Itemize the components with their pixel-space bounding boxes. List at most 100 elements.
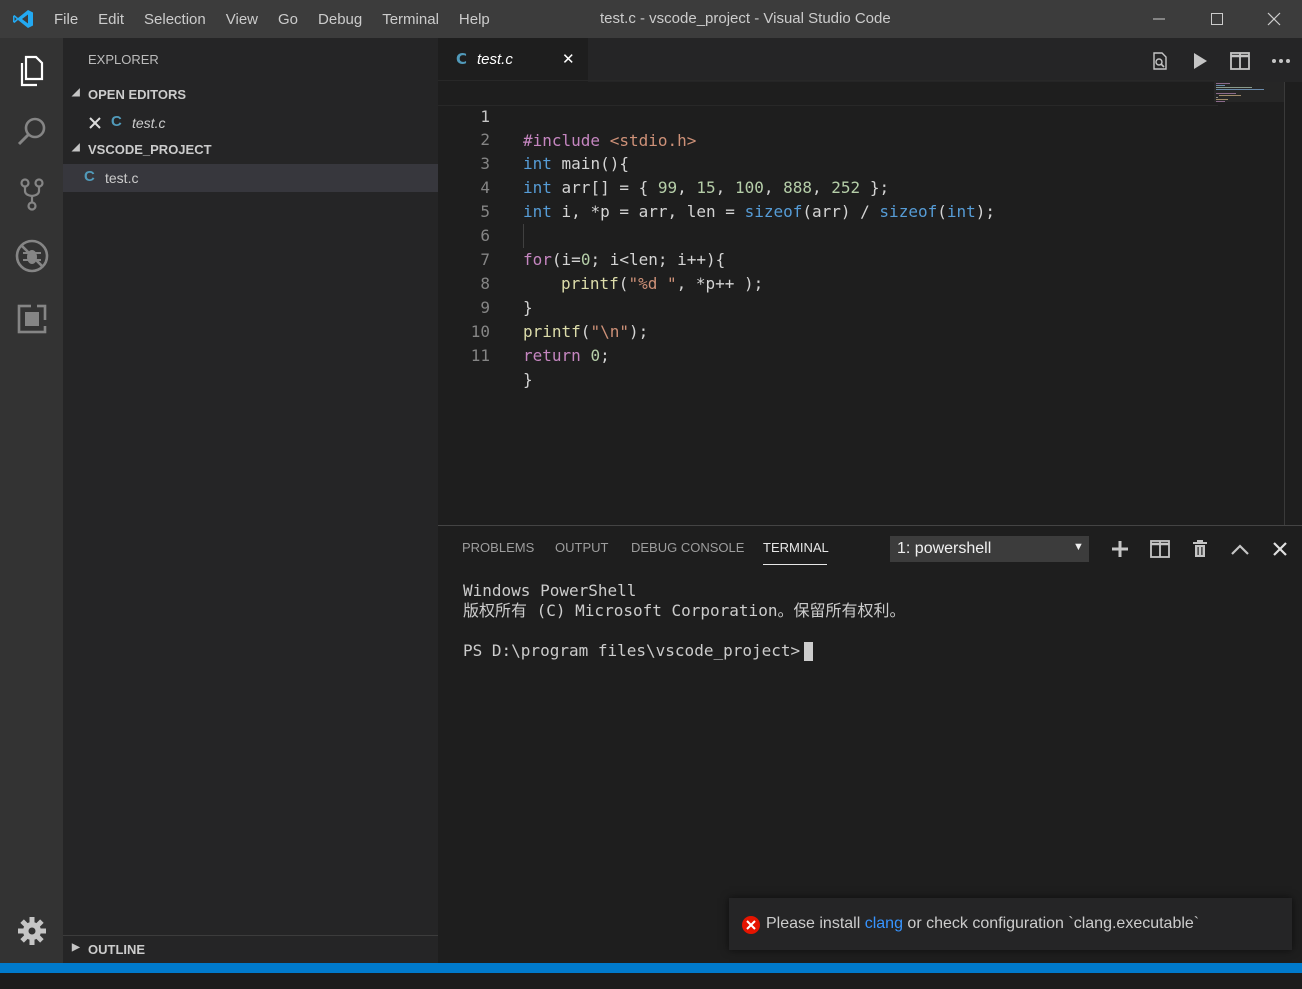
project-section-header[interactable]: ◢ VSCODE_PROJECT bbox=[63, 136, 438, 164]
code-line: 9 printf("\n"); bbox=[438, 272, 1218, 341]
code-line: 3 int arr[] = { 99, 15, 100, 888, 252 }; bbox=[438, 128, 1218, 197]
chevron-down-icon: ◢ bbox=[72, 87, 80, 98]
vscode-logo-icon bbox=[13, 10, 33, 28]
extensions-icon bbox=[17, 304, 47, 334]
tab-terminal[interactable]: TERMINAL bbox=[763, 540, 829, 555]
code-line: 6 for(i=0; i<len; i++){ bbox=[438, 200, 1218, 269]
extensions-button[interactable] bbox=[13, 300, 51, 338]
search-button[interactable] bbox=[13, 113, 51, 151]
sidebar-title: EXPLORER bbox=[88, 52, 159, 67]
terminal-line: 版权所有 (C) Microsoft Corporation。保留所有权利。 bbox=[463, 601, 906, 620]
code-text: return 0; bbox=[523, 346, 610, 365]
close-window-button[interactable] bbox=[1246, 0, 1302, 38]
open-editor-item[interactable]: C test.c bbox=[63, 109, 438, 137]
c-file-icon: C bbox=[111, 113, 122, 130]
code-text: } bbox=[523, 370, 533, 389]
tab-test-c[interactable]: C test.c ✕ bbox=[438, 38, 588, 82]
tab-output[interactable]: OUTPUT bbox=[555, 540, 608, 555]
windows-taskbar bbox=[0, 973, 1302, 989]
close-icon bbox=[1267, 12, 1281, 26]
outline-section-header[interactable]: ▶ OUTLINE bbox=[63, 935, 438, 963]
source-control-button[interactable] bbox=[13, 175, 51, 213]
active-tab-underline bbox=[763, 564, 827, 565]
explorer-icon bbox=[20, 55, 44, 87]
minimize-icon bbox=[1153, 18, 1165, 20]
error-icon bbox=[742, 916, 760, 934]
ellipsis-icon bbox=[1272, 59, 1290, 63]
maximize-button[interactable] bbox=[1189, 0, 1245, 38]
terminal-select-value: 1: powershell bbox=[897, 540, 992, 557]
editor-tabs: C test.c ✕ bbox=[438, 38, 1302, 82]
status-bar bbox=[0, 963, 1302, 973]
gear-icon bbox=[18, 917, 46, 945]
tab-problems[interactable]: PROBLEMS bbox=[462, 540, 534, 555]
editor-scrollbar[interactable] bbox=[1284, 82, 1285, 525]
code-line: 10 return 0; bbox=[438, 296, 1218, 365]
project-label: VSCODE_PROJECT bbox=[88, 142, 212, 157]
title-bar: File Edit Selection View Go Debug Termin… bbox=[0, 0, 1302, 38]
manage-button[interactable] bbox=[13, 912, 51, 950]
terminal-prompt-line: PS D:\program files\vscode_project> bbox=[463, 641, 905, 661]
activity-bar bbox=[0, 38, 63, 963]
code-line: 1 #include <stdio.h> bbox=[438, 80, 1218, 150]
search-icon bbox=[17, 117, 46, 146]
menu-file[interactable]: File bbox=[44, 11, 88, 28]
play-icon bbox=[1194, 53, 1207, 69]
split-terminal-button[interactable] bbox=[1148, 537, 1172, 561]
error-notification[interactable]: Please install clang or check configurat… bbox=[729, 898, 1292, 950]
source-control-icon bbox=[20, 178, 44, 211]
terminal-cursor bbox=[804, 642, 814, 661]
code-editor[interactable]: 1 #include <stdio.h> 2 int main(){ 3 int… bbox=[438, 80, 1302, 525]
open-changes-button[interactable] bbox=[1148, 49, 1172, 73]
window-title: test.c - vscode_project - Visual Studio … bbox=[600, 10, 891, 27]
tab-label: test.c bbox=[477, 51, 513, 68]
search-file-icon bbox=[1153, 52, 1167, 70]
menu-bar: File Edit Selection View Go Debug Termin… bbox=[44, 0, 500, 38]
terminal-output[interactable]: Windows PowerShell 版权所有 (C) Microsoft Cor… bbox=[463, 581, 905, 661]
chevron-down-icon: ▼ bbox=[1073, 541, 1084, 553]
open-editor-filename: test.c bbox=[132, 115, 166, 131]
project-file-item[interactable]: C test.c bbox=[63, 164, 438, 192]
debug-button[interactable] bbox=[13, 237, 51, 275]
project-filename: test.c bbox=[105, 170, 139, 186]
plus-icon bbox=[1112, 541, 1128, 557]
minimize-button[interactable] bbox=[1131, 0, 1187, 38]
menu-help[interactable]: Help bbox=[449, 11, 500, 28]
new-terminal-button[interactable] bbox=[1108, 537, 1132, 561]
code-line: 7 printf("%d ", *p++ ); bbox=[438, 224, 1218, 293]
menu-view[interactable]: View bbox=[216, 11, 268, 28]
more-actions-button[interactable] bbox=[1269, 49, 1293, 73]
terminal-prompt: PS D:\program files\vscode_project> bbox=[463, 641, 801, 660]
c-file-icon: C bbox=[84, 168, 95, 185]
explorer-sidebar: EXPLORER ◢ OPEN EDITORS C test.c ◢ VSCOD… bbox=[63, 38, 438, 963]
menu-go[interactable]: Go bbox=[268, 11, 308, 28]
open-editors-label: OPEN EDITORS bbox=[88, 87, 187, 102]
line-number: 11 bbox=[470, 346, 490, 365]
terminal-line: Windows PowerShell bbox=[463, 581, 637, 600]
chevron-down-icon: ◢ bbox=[72, 142, 80, 153]
close-panel-button[interactable] bbox=[1268, 537, 1292, 561]
split-editor-button[interactable] bbox=[1228, 49, 1252, 73]
minimap[interactable] bbox=[1214, 82, 1284, 525]
open-editors-section-header[interactable]: ◢ OPEN EDITORS bbox=[63, 81, 438, 109]
menu-terminal[interactable]: Terminal bbox=[372, 11, 449, 28]
split-terminal-icon bbox=[1150, 540, 1170, 558]
code-line: 8 } bbox=[438, 248, 1218, 317]
editor-group: C test.c ✕ 1 #include <stdio.h> 2 int ma… bbox=[438, 38, 1302, 525]
menu-debug[interactable]: Debug bbox=[308, 11, 372, 28]
close-editor-icon[interactable] bbox=[89, 117, 101, 129]
tab-debug-console[interactable]: DEBUG CONSOLE bbox=[631, 540, 744, 555]
terminal-select[interactable]: 1: powershell ▼ bbox=[890, 536, 1089, 562]
menu-selection[interactable]: Selection bbox=[134, 11, 216, 28]
close-tab-icon[interactable]: ✕ bbox=[562, 50, 575, 68]
kill-terminal-button[interactable] bbox=[1188, 537, 1212, 561]
close-icon bbox=[1273, 542, 1287, 556]
explorer-button[interactable] bbox=[13, 52, 51, 90]
clang-link[interactable]: clang bbox=[865, 915, 903, 932]
run-button[interactable] bbox=[1188, 49, 1212, 73]
maximize-panel-button[interactable] bbox=[1228, 537, 1252, 561]
c-file-icon: C bbox=[456, 50, 468, 68]
menu-edit[interactable]: Edit bbox=[88, 11, 134, 28]
split-editor-icon bbox=[1230, 52, 1250, 70]
